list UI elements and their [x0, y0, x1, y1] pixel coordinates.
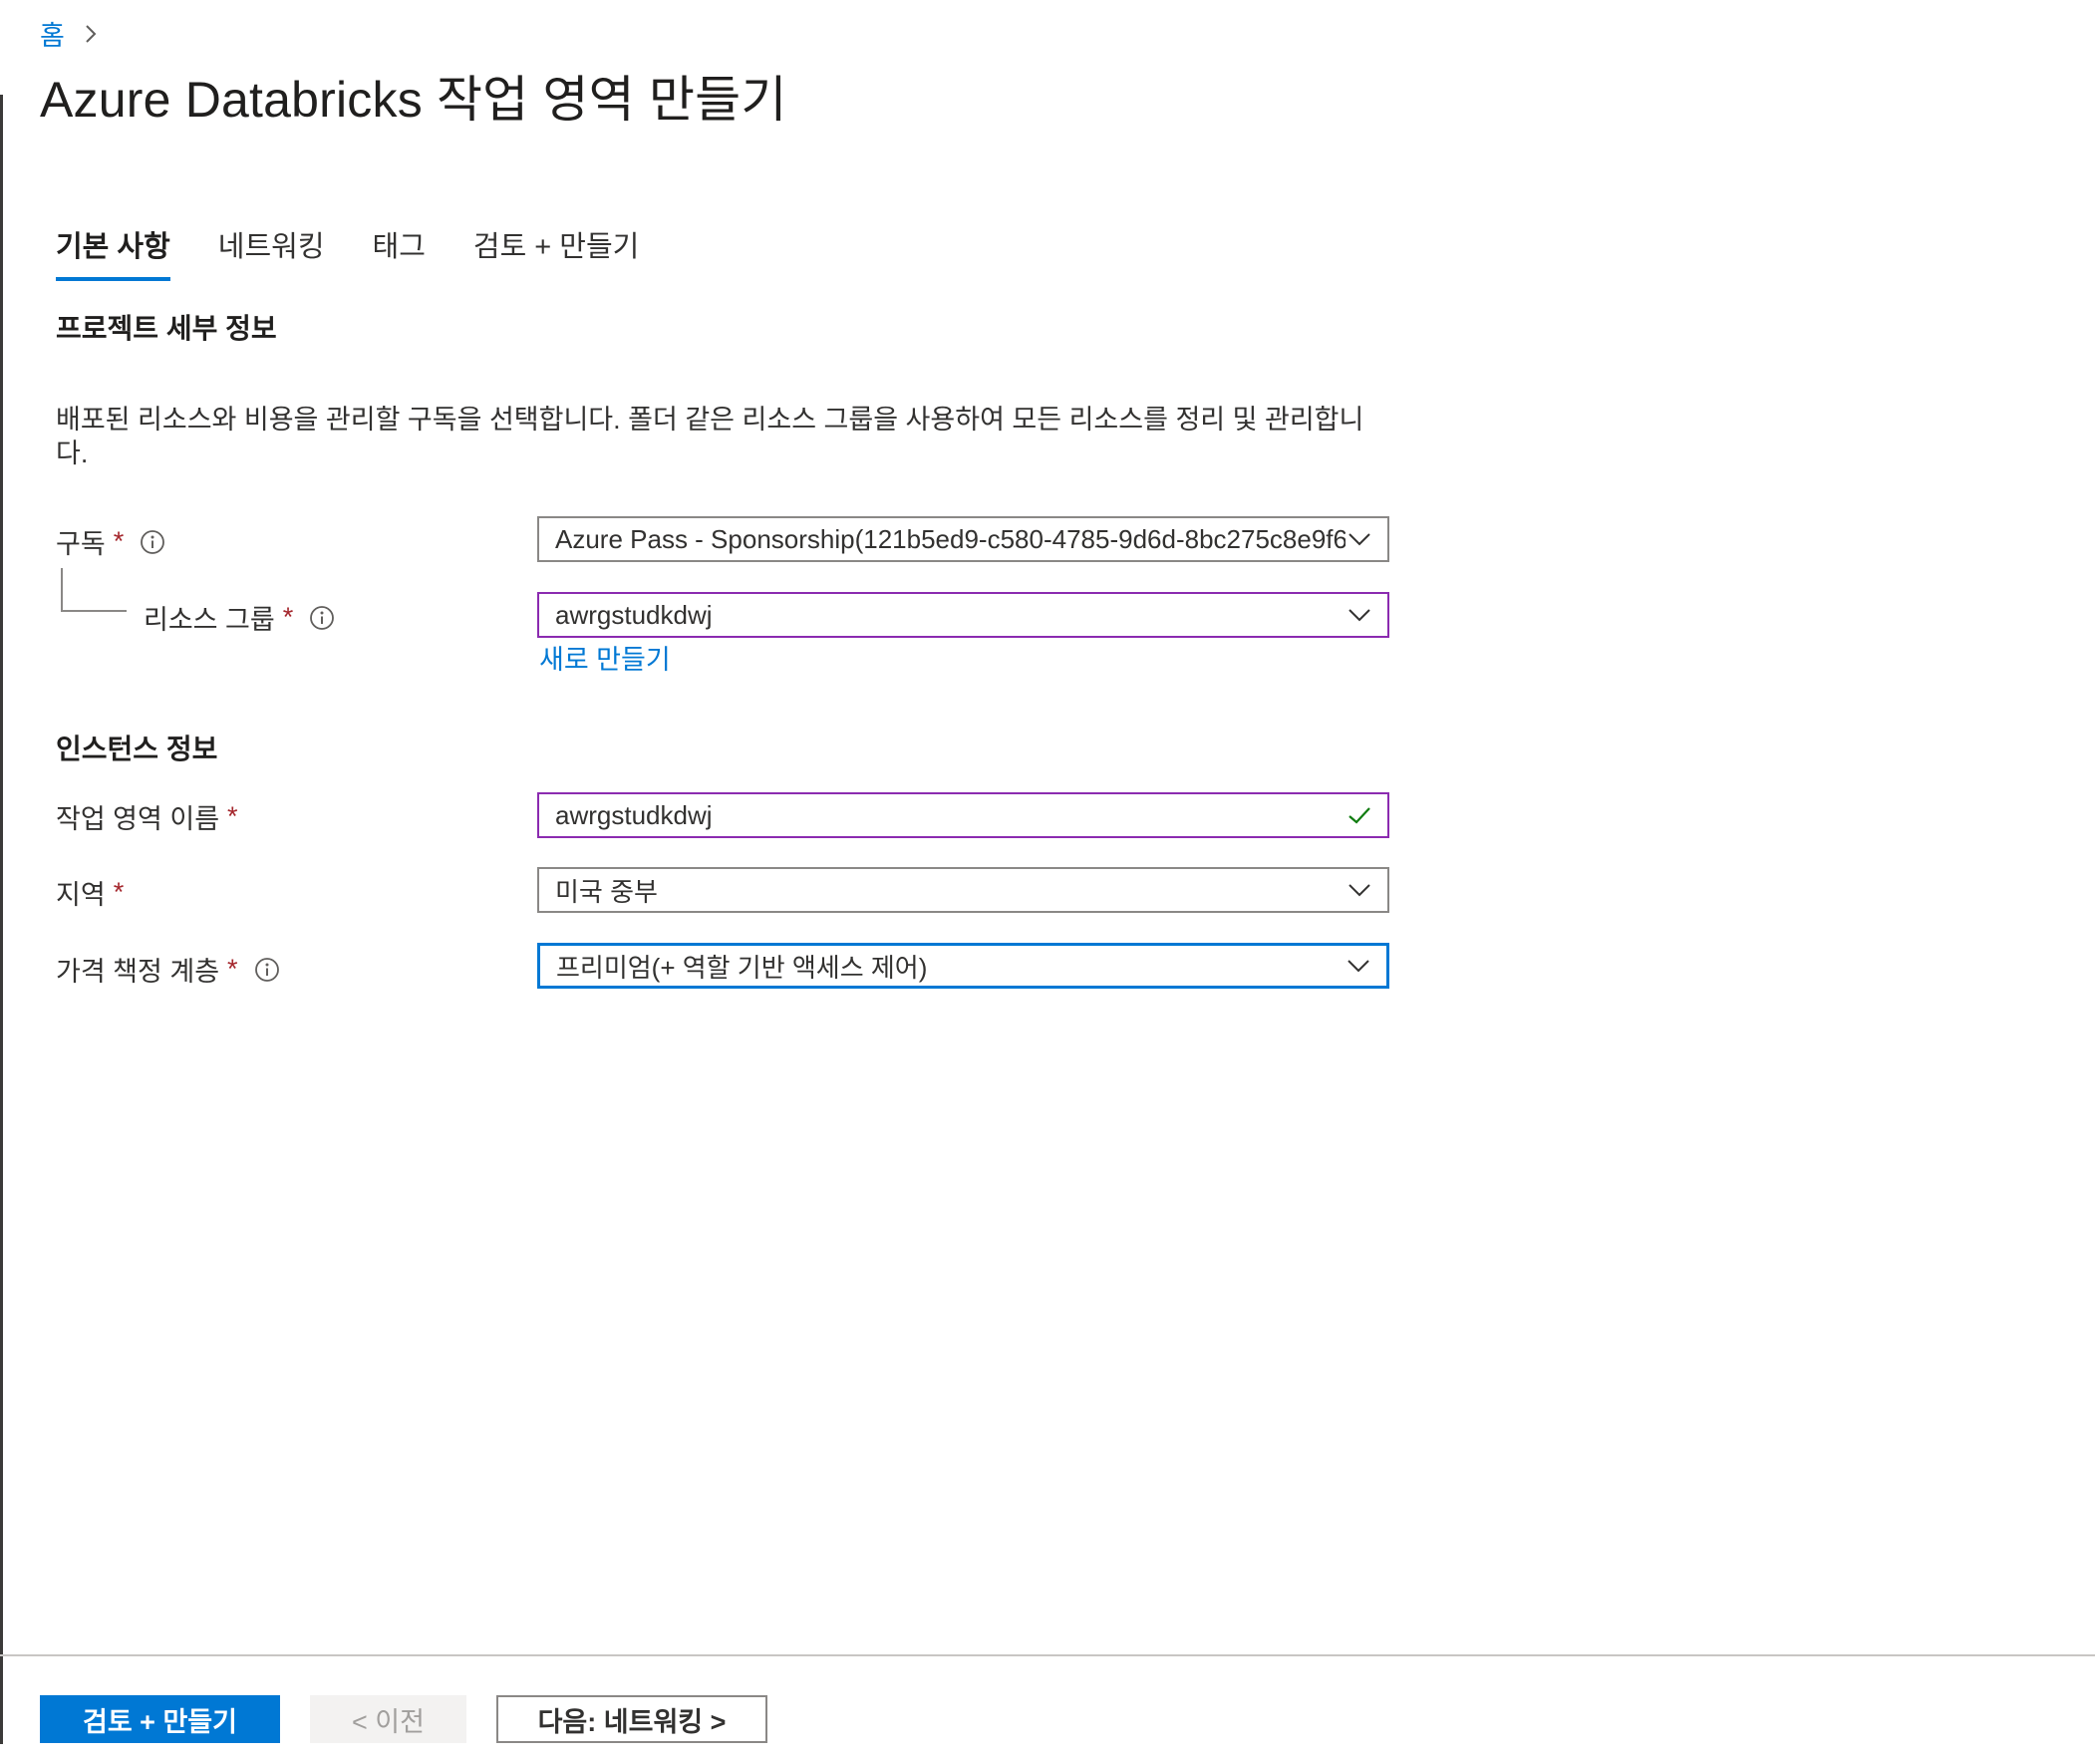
subscription-label-text: 구독: [56, 529, 106, 559]
breadcrumb-home-link[interactable]: 홈: [40, 14, 65, 53]
resource-group-label-text: 리소스 그룹: [144, 605, 275, 635]
page-title: Azure Databricks 작업 영역 만들기: [40, 72, 787, 128]
workspace-name-input[interactable]: awrgstudkdwj: [537, 792, 1389, 838]
required-marker: *: [113, 877, 125, 907]
region-label-text: 지역: [56, 880, 106, 910]
project-details-heading: 프로젝트 세부 정보: [56, 313, 277, 344]
info-icon[interactable]: [309, 605, 335, 631]
chevron-right-icon: [86, 24, 97, 43]
subscription-dropdown[interactable]: Azure Pass - Sponsorship(121b5ed9-c580-4…: [537, 516, 1389, 562]
workspace-name-value: awrgstudkdwj: [555, 799, 713, 830]
tab-basics[interactable]: 기본 사항: [56, 225, 170, 281]
workspace-name-label-text: 작업 영역 이름: [56, 804, 220, 834]
instance-details-heading: 인스턴스 정보: [56, 734, 218, 764]
pricing-tier-value: 프리미엄(+ 역할 기반 액세스 제어): [556, 952, 928, 983]
chevron-down-icon: [1347, 960, 1369, 973]
pricing-tier-label-text: 가격 책정 계층: [56, 957, 220, 987]
tab-networking[interactable]: 네트워킹: [218, 225, 325, 281]
region-label: 지역 *: [56, 873, 124, 912]
workspace-name-label: 작업 영역 이름 *: [56, 797, 238, 836]
breadcrumb: 홈: [40, 14, 103, 53]
pricing-tier-dropdown[interactable]: 프리미엄(+ 역할 기반 액세스 제어): [537, 943, 1389, 989]
create-new-resource-group-link[interactable]: 새로 만들기: [539, 638, 671, 677]
next-networking-button[interactable]: 다음: 네트워킹 >: [496, 1695, 767, 1743]
required-marker: *: [227, 954, 238, 984]
chevron-down-icon: [1348, 884, 1370, 897]
region-value: 미국 중부: [555, 876, 658, 907]
required-marker: *: [227, 801, 238, 831]
pricing-tier-label: 가격 책정 계층 *: [56, 950, 280, 989]
required-marker: *: [113, 526, 125, 556]
tab-review-create[interactable]: 검토 + 만들기: [473, 225, 639, 281]
review-create-button[interactable]: 검토 + 만들기: [40, 1695, 280, 1743]
required-marker: *: [282, 602, 294, 632]
region-dropdown[interactable]: 미국 중부: [537, 867, 1389, 913]
subscription-label: 구독 *: [56, 522, 165, 561]
tab-bar: 기본 사항 네트워킹 태그 검토 + 만들기: [56, 225, 687, 281]
left-border: [0, 95, 3, 1744]
hierarchy-connector: [61, 568, 127, 612]
footer-divider: [0, 1654, 2095, 1656]
chevron-down-icon: [1348, 609, 1370, 622]
project-description: 배포된 리소스와 비용을 관리할 구독을 선택합니다. 폴더 같은 리소스 그룹…: [56, 405, 1364, 468]
resource-group-dropdown[interactable]: awrgstudkdwj: [537, 592, 1389, 638]
info-icon[interactable]: [140, 529, 165, 555]
chevron-down-icon: [1348, 533, 1370, 546]
resource-group-label: 리소스 그룹 *: [144, 598, 335, 637]
subscription-value: Azure Pass - Sponsorship(121b5ed9-c580-4…: [555, 523, 1346, 554]
checkmark-icon: [1348, 807, 1370, 824]
info-icon[interactable]: [254, 957, 280, 983]
previous-button[interactable]: < 이전: [310, 1695, 466, 1743]
tab-tags[interactable]: 태그: [373, 225, 426, 281]
resource-group-value: awrgstudkdwj: [555, 599, 713, 630]
